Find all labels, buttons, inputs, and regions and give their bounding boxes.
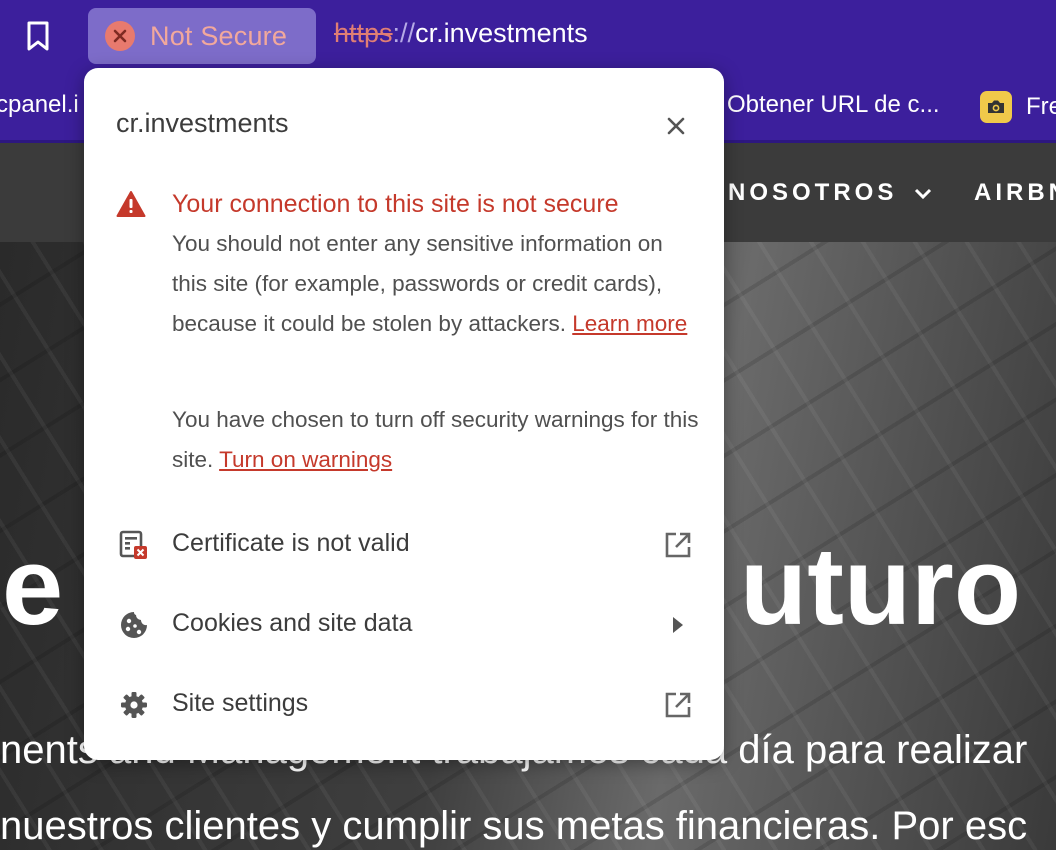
warning-heading: Your connection to this site is not secu… (172, 190, 619, 218)
learn-more-link[interactable]: Learn more (572, 311, 687, 336)
warning-description: You should not enter any sensitive infor… (172, 224, 702, 344)
popup-domain: cr.investments (116, 108, 289, 138)
certificate-label: Certificate is not valid (172, 529, 410, 557)
bookmark-label: Obtener URL de c... (727, 91, 940, 118)
certificate-row[interactable]: Certificate is not valid (84, 513, 724, 577)
nav-nosotros[interactable]: NOSOTROS (728, 179, 932, 207)
external-link-icon (665, 692, 691, 718)
not-secure-icon (105, 21, 135, 51)
bookmark-label: Fre (1026, 93, 1056, 120)
url-host: cr.investments (415, 18, 588, 48)
browser-toolbar: Not Secure https://cr.investments (0, 0, 1056, 72)
arrow-right-icon (673, 617, 683, 633)
bookmark-button[interactable] (22, 19, 54, 53)
site-info-popup: cr.investments Your connection to this s… (84, 68, 724, 760)
url-separator: :// (392, 18, 416, 48)
bookmark-obtener-url[interactable]: Obtener URL de c... (727, 91, 940, 119)
close-icon (667, 117, 685, 135)
chevron-down-icon (914, 188, 932, 200)
bookmark-cpanel[interactable]: cpanel.i (0, 91, 79, 119)
gear-icon (121, 692, 147, 718)
turn-on-warnings-link[interactable]: Turn on warnings (219, 447, 392, 472)
nav-airbnb[interactable]: AIRBN (974, 179, 1056, 207)
site-settings-row[interactable]: Site settings (84, 673, 724, 737)
not-secure-label: Not Secure (150, 20, 288, 51)
camera-icon (980, 91, 1012, 123)
bookmark-fre[interactable]: Fre (980, 91, 1056, 123)
hero-title-fragment-left: e (2, 525, 64, 648)
certificate-error-icon (119, 530, 147, 559)
url-scheme: https (334, 18, 393, 48)
site-settings-label: Site settings (172, 689, 309, 717)
warnings-off-description: You have chosen to turn off security war… (172, 400, 712, 480)
hero-title-fragment-right: uturo (740, 525, 1022, 648)
external-link-icon (665, 532, 691, 558)
nav-label: AIRBN (974, 179, 1056, 206)
hero-text-line-2: nuestros clientes y cumplir sus metas fi… (0, 804, 1028, 848)
cookies-row[interactable]: Cookies and site data (84, 593, 724, 657)
bookmark-icon (27, 21, 49, 51)
cookie-icon (121, 612, 147, 638)
address-bar[interactable]: https://cr.investments (334, 18, 588, 49)
bookmark-label: cpanel.i (0, 91, 79, 118)
warning-icon (116, 191, 146, 217)
cookies-label: Cookies and site data (172, 609, 413, 637)
not-secure-chip[interactable]: Not Secure (88, 8, 316, 64)
close-button[interactable] (660, 110, 692, 142)
nav-label: NOSOTROS (728, 179, 898, 206)
